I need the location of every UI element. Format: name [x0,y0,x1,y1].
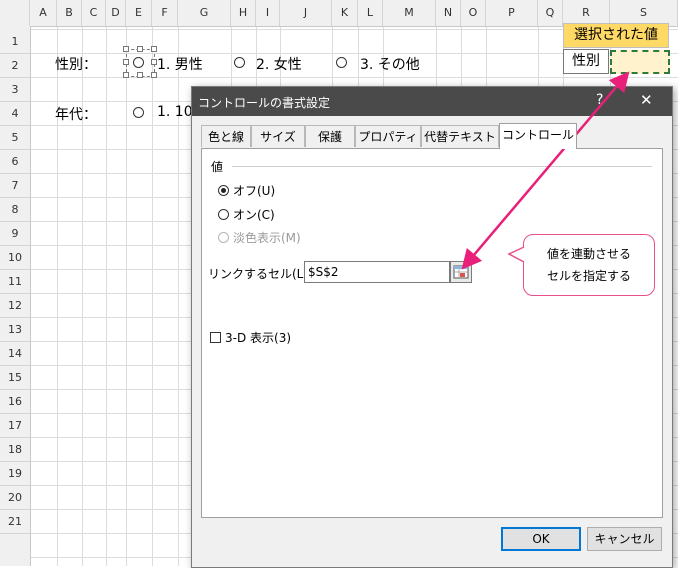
linked-cell-s2[interactable] [610,50,670,74]
row-header-13[interactable]: 13 [0,318,30,342]
row-header-19[interactable]: 19 [0,462,30,486]
row-header-17[interactable]: 17 [0,414,30,438]
col-header-d[interactable]: D [106,0,126,26]
row-header-9[interactable]: 9 [0,222,30,246]
tab-protection[interactable]: 保護 [305,125,355,147]
col-header-c[interactable]: C [82,0,106,26]
cell-link-input[interactable]: $S$2 [304,261,450,283]
callout-line-1: 値を連動させる [546,247,631,261]
row-header-4[interactable]: 4 [0,102,30,126]
option-label-age-10s: 1. 10 [157,104,193,120]
grid-line [126,27,127,566]
option-button-other-radio[interactable] [336,57,347,68]
cancel-button[interactable]: キャンセル [587,527,662,551]
radio-selected-icon [218,185,229,196]
select-all-corner[interactable] [0,0,30,26]
row-header-2[interactable]: 2 [0,54,30,78]
range-select-icon [453,265,469,279]
value-group-label: 値 [211,160,224,174]
option-label-male: 1. 男性 [157,57,203,73]
tab-colors-lines[interactable]: 色と線 [201,125,251,147]
gender-label: 性別： [55,57,97,73]
col-header-j[interactable]: J [280,0,332,26]
col-header-k[interactable]: K [332,0,358,26]
row-header-1[interactable]: 1 [0,30,30,54]
row-header-8[interactable]: 8 [0,198,30,222]
group-divider [232,166,652,167]
col-header-o[interactable]: O [461,0,486,26]
row-header-10[interactable]: 10 [0,246,30,270]
col-header-b[interactable]: B [57,0,82,26]
radio-disabled-icon [218,232,229,243]
checkbox-empty-icon [210,332,221,343]
dialog-titlebar[interactable]: コントロールの書式設定 ? ✕ [192,87,672,116]
col-header-h[interactable]: H [231,0,256,26]
option-button-female-radio[interactable] [234,57,245,68]
tab-size[interactable]: サイズ [251,125,305,147]
control-tab-panel: 値 オフ(U) オン(C) 淡色表示(M) リンクするセル(L): $S$2 3… [201,148,663,518]
ok-button[interactable]: OK [501,527,581,551]
option-label-female: 2. 女性 [256,57,302,73]
radio-empty-icon [218,209,229,220]
row-header-21[interactable]: 21 [0,510,30,534]
radio-on[interactable]: オン(C) [218,206,275,223]
col-header-f[interactable]: F [152,0,178,26]
row-header-14[interactable]: 14 [0,342,30,366]
col-header-p[interactable]: P [486,0,538,26]
checkbox-3d[interactable]: 3-D 表示(3) [210,329,291,346]
close-icon[interactable]: ✕ [640,91,653,109]
resize-handle[interactable] [123,59,129,65]
row-header-7[interactable]: 7 [0,174,30,198]
row-header-11[interactable]: 11 [0,270,30,294]
radio-mixed: 淡色表示(M) [218,229,301,246]
col-header-q[interactable]: Q [538,0,563,26]
tab-alt-text[interactable]: 代替テキスト [421,125,499,147]
selected-value-header-cell[interactable]: 選択された値 [563,23,669,48]
radio-on-label: オン(C) [233,208,275,222]
resize-handle[interactable] [151,46,157,52]
option-button-age-radio[interactable] [133,107,144,118]
row-header-bar: 1 2 3 4 5 6 7 8 9 10 11 12 13 14 15 16 1… [0,26,31,566]
resize-handle[interactable] [137,46,143,52]
col-header-a[interactable]: A [30,0,57,26]
range-select-button[interactable] [450,261,472,283]
tab-control[interactable]: コントロール [499,123,577,149]
row-header-5[interactable]: 5 [0,126,30,150]
format-control-dialog: コントロールの書式設定 ? ✕ 色と線 サイズ 保護 プロパティ 代替テキスト … [191,86,673,568]
resize-handle[interactable] [123,46,129,52]
help-icon[interactable]: ? [596,92,603,108]
row-header-15[interactable]: 15 [0,366,30,390]
tab-properties[interactable]: プロパティ [355,125,421,147]
row-header-16[interactable]: 16 [0,390,30,414]
col-header-m[interactable]: M [383,0,436,26]
callout-line-2: セルを指定する [546,269,631,283]
col-header-i[interactable]: I [256,0,280,26]
row-header-12[interactable]: 12 [0,294,30,318]
col-header-e[interactable]: E [126,0,152,26]
cell-link-label: リンクするセル(L): [208,267,313,281]
col-header-g[interactable]: G [178,0,231,26]
radio-off[interactable]: オフ(U) [218,182,275,199]
grid-line [106,27,107,566]
option-label-other: 3. その他 [360,57,420,73]
grid-line [152,27,153,566]
row-header-3[interactable]: 3 [0,78,30,102]
radio-off-label: オフ(U) [233,184,276,198]
resize-handle[interactable] [123,72,129,78]
row-header-6[interactable]: 6 [0,150,30,174]
cell-r2-gender[interactable]: 性別 [563,49,609,74]
col-header-n[interactable]: N [436,0,461,26]
col-header-l[interactable]: L [358,0,383,26]
row-header-20[interactable]: 20 [0,486,30,510]
resize-handle[interactable] [137,72,143,78]
radio-mixed-label: 淡色表示(M) [233,231,301,245]
annotation-callout: 値を連動させる セルを指定する [523,234,655,296]
row-header-18[interactable]: 18 [0,438,30,462]
dialog-title: コントロールの書式設定 [198,96,331,110]
option-button-male-radio[interactable] [133,57,144,68]
checkbox-3d-label: 3-D 表示(3) [225,331,292,345]
age-label: 年代： [55,107,97,123]
